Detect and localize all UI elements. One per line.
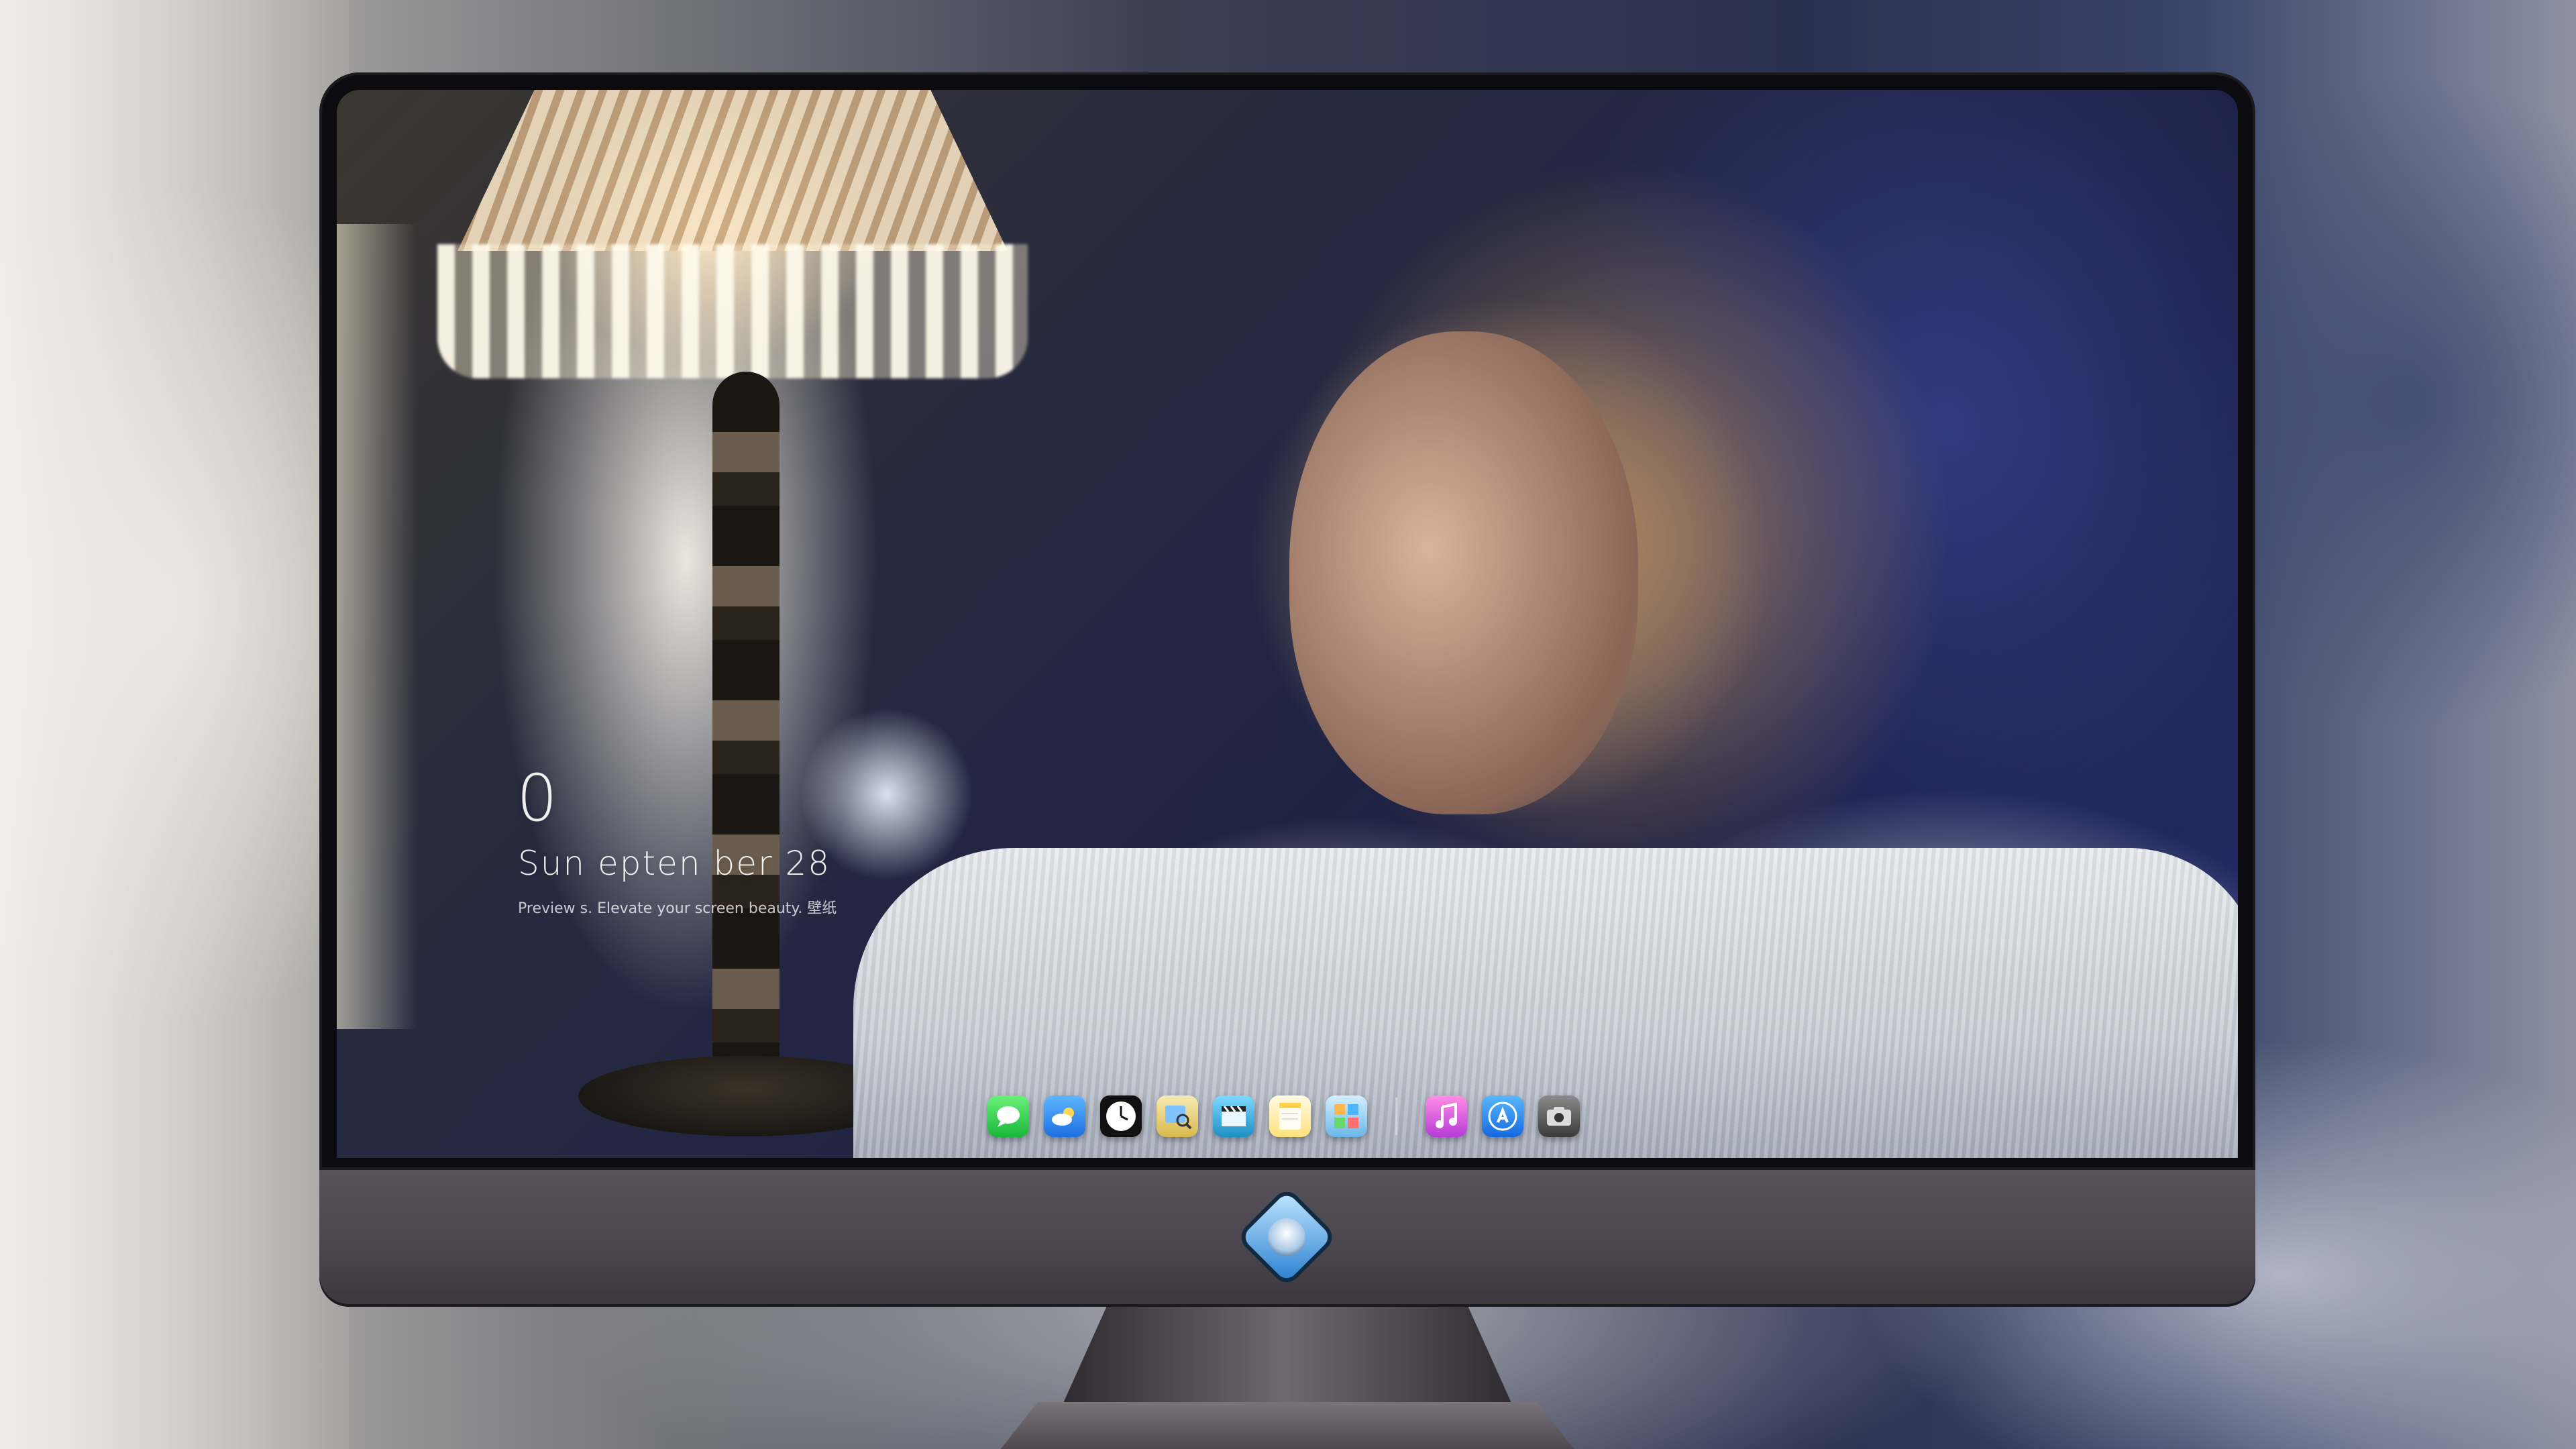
wallpaper-glow (337, 224, 417, 1029)
wallpaper-lamp-shade (458, 90, 1008, 251)
lock-time: 0 (517, 761, 559, 836)
lock-date: Sun epten ber 28 (518, 844, 831, 883)
lock-caption: Preview s. Elevate your screen beauty. 壁… (518, 900, 837, 917)
monitor-mockup: 0 Sun epten ber 28 Preview s. Elevate yo… (319, 72, 2255, 1449)
messages-icon[interactable] (987, 1095, 1029, 1137)
desktop-background: 0 Sun epten ber 28 Preview s. Elevate yo… (0, 0, 2576, 1449)
background-blur (0, 0, 349, 1449)
preview-icon[interactable] (1157, 1095, 1198, 1137)
dock-separator (1395, 1097, 1397, 1135)
wallpaper-lamp-fringe (437, 244, 1028, 378)
dock (974, 1083, 1605, 1150)
clock-icon[interactable] (1100, 1095, 1142, 1137)
video-icon[interactable] (1213, 1095, 1254, 1137)
monitor-stand-foot (990, 1402, 1585, 1449)
wallpaper-lamp-stem (712, 372, 780, 1096)
camera-icon[interactable] (1538, 1095, 1580, 1137)
photos-grid-icon[interactable] (1326, 1095, 1367, 1137)
mascot-logo-face (1268, 1218, 1305, 1256)
monitor-stand-neck (1061, 1307, 1513, 1407)
itunes-icon[interactable] (1426, 1095, 1467, 1137)
notes-icon[interactable] (1269, 1095, 1311, 1137)
app-store-icon[interactable] (1482, 1095, 1523, 1137)
lock-screen[interactable]: 0 Sun epten ber 28 Preview s. Elevate yo… (337, 90, 2238, 1158)
wallpaper-face (1289, 331, 1638, 814)
weather-icon[interactable] (1044, 1095, 1085, 1137)
